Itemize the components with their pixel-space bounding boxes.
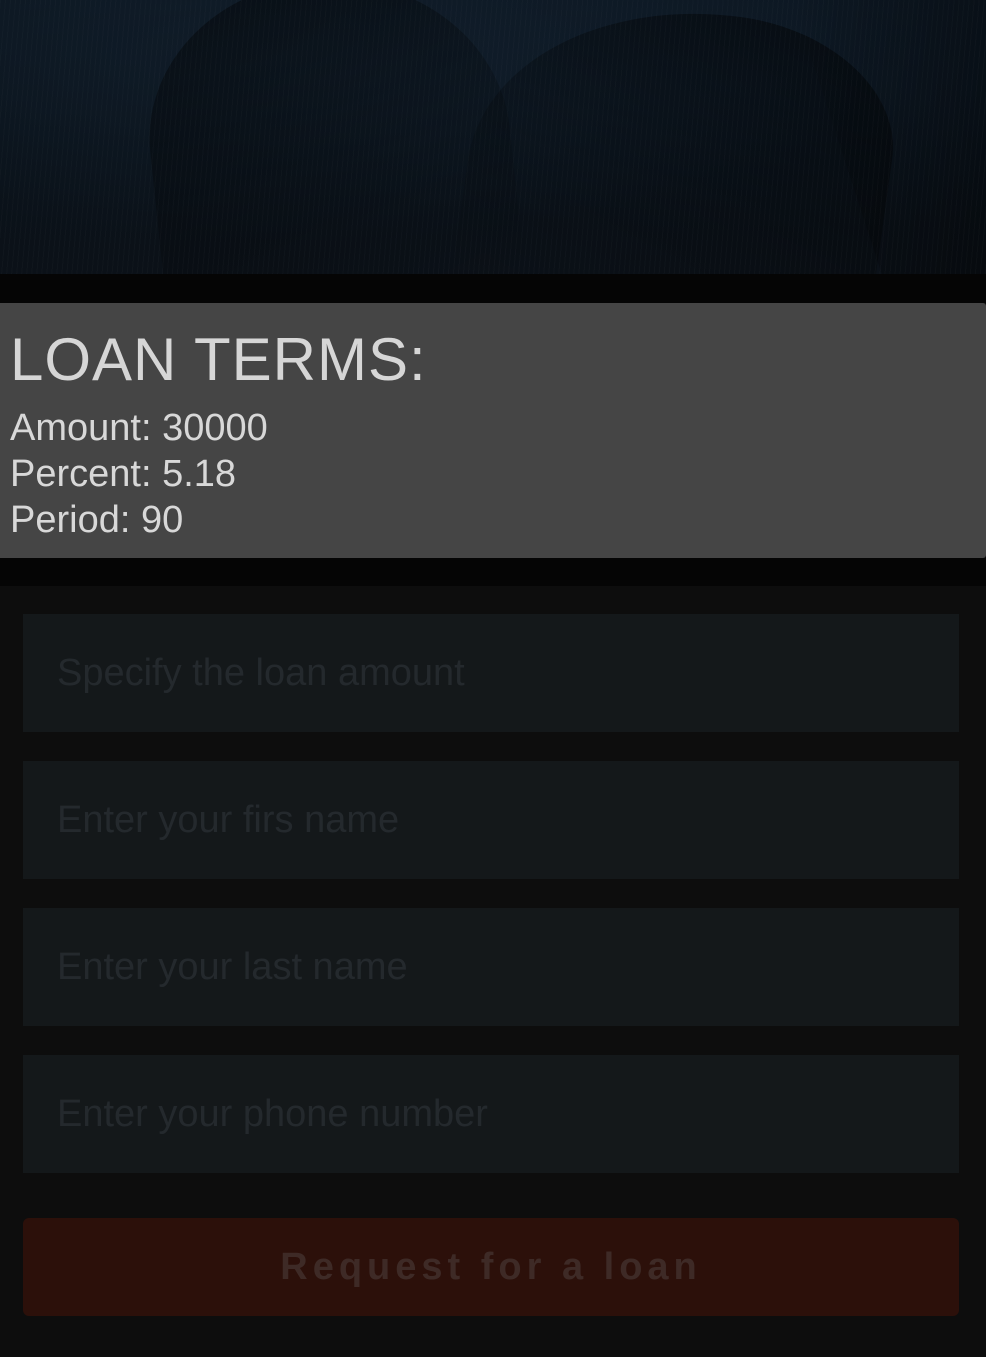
first-name-input[interactable] [23, 761, 959, 879]
divider [0, 558, 986, 586]
hero-texture [0, 0, 986, 274]
phone-number-input[interactable] [23, 1055, 959, 1173]
loan-amount-text: Amount: 30000 [10, 407, 268, 449]
loan-amount-input[interactable] [23, 614, 959, 732]
loan-request-screen: LOAN TERMS: Amount: 30000 Percent: 5.18 … [0, 0, 986, 1357]
last-name-input[interactable] [23, 908, 959, 1026]
loan-period-text: Period: 90 [10, 499, 184, 541]
loan-terms-title: LOAN TERMS: [10, 326, 427, 393]
divider [0, 274, 986, 303]
loan-percent-text: Percent: 5.18 [10, 453, 237, 495]
hero-image [0, 0, 986, 274]
request-loan-button[interactable]: Request for a loan [23, 1218, 959, 1316]
loan-request-form: Request for a loan [0, 586, 986, 1357]
loan-terms-card: LOAN TERMS: Amount: 30000 Percent: 5.18 … [0, 303, 986, 558]
